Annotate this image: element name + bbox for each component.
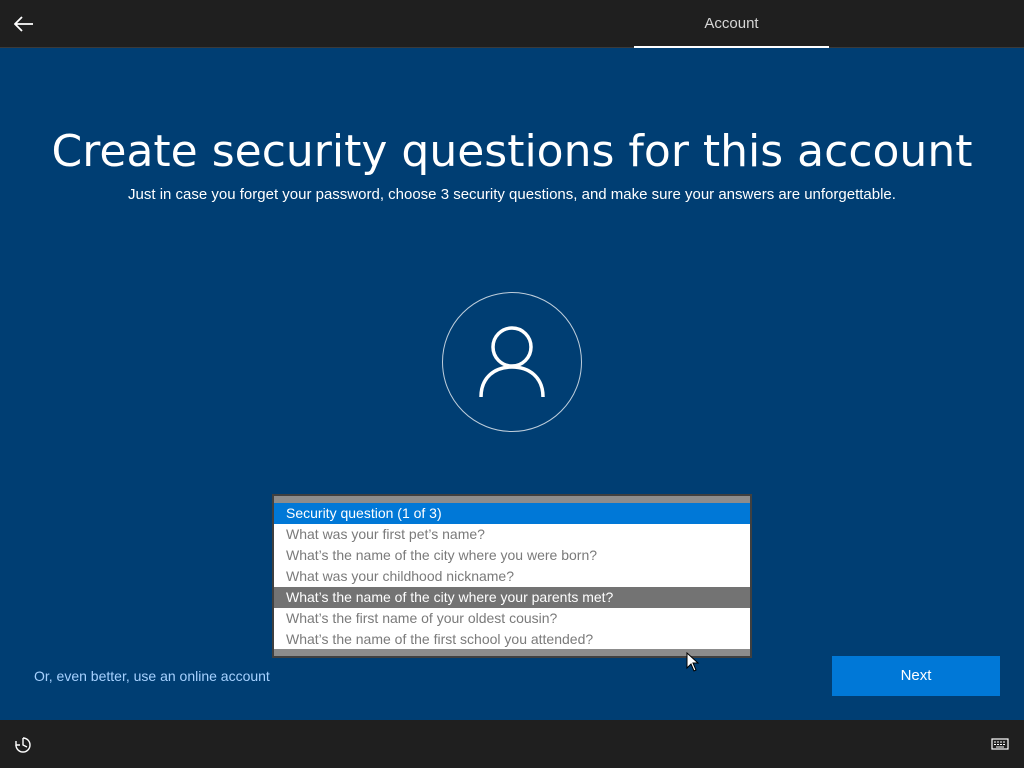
dropdown-option-selected[interactable]: Security question (1 of 3) xyxy=(274,503,750,524)
dropdown-option[interactable]: What’s the first name of your oldest cou… xyxy=(274,608,750,629)
page-title: Create security questions for this accou… xyxy=(51,126,973,177)
dropdown-option[interactable]: What’s the name of the first school you … xyxy=(274,629,750,650)
arrow-left-icon xyxy=(14,16,33,32)
page-subtitle: Just in case you forget your password, c… xyxy=(128,186,896,203)
user-icon xyxy=(479,326,545,398)
dropdown-option[interactable]: What was your childhood nickname? xyxy=(274,566,750,587)
keyboard-button[interactable] xyxy=(988,736,1012,752)
tab-account-label: Account xyxy=(704,15,759,32)
online-account-link[interactable]: Or, even better, use an online account xyxy=(34,668,270,684)
security-question-dropdown[interactable]: Security question (1 of 3) What was your… xyxy=(272,494,752,658)
keyboard-icon xyxy=(991,738,1009,750)
mouse-cursor-icon xyxy=(686,652,700,672)
tab-account: Account xyxy=(634,0,829,48)
avatar xyxy=(442,292,582,432)
ease-of-access-icon xyxy=(15,737,31,753)
dropdown-top-padding xyxy=(274,496,750,503)
main-panel: Create security questions for this accou… xyxy=(0,48,1024,720)
dropdown-option[interactable]: What was your first pet’s name? xyxy=(274,524,750,545)
ease-of-access-button[interactable] xyxy=(12,734,34,756)
dropdown-option-hovered[interactable]: What’s the name of the city where your p… xyxy=(274,587,750,608)
next-button[interactable]: Next xyxy=(832,656,1000,696)
bottom-bar xyxy=(0,720,1024,768)
top-bar: Account xyxy=(0,0,1024,48)
dropdown-bottom-padding xyxy=(274,649,750,656)
back-button[interactable] xyxy=(8,8,40,40)
dropdown-option[interactable]: What’s the name of the city where you we… xyxy=(274,545,750,566)
